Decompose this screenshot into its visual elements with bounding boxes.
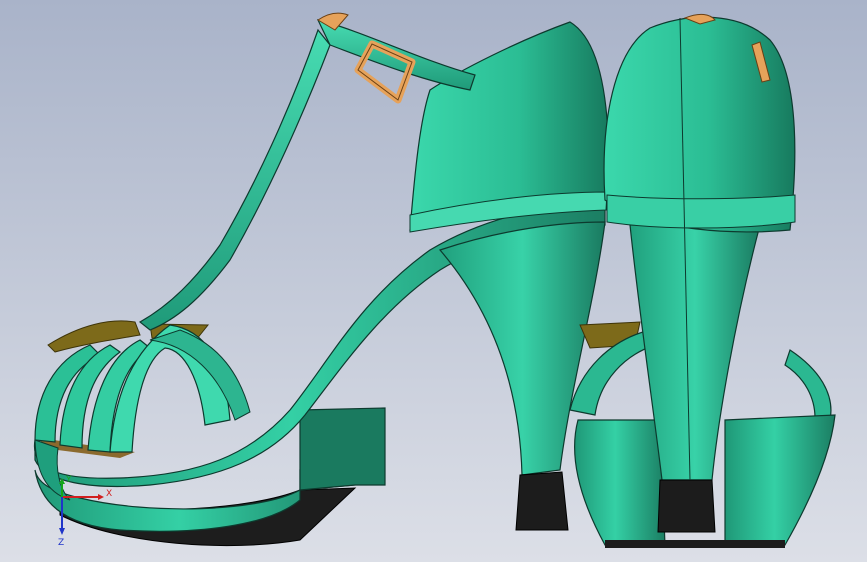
left-shoe-side-view[interactable]	[33, 12, 610, 547]
right-platform-left	[574, 419, 666, 546]
z-axis-head-icon	[59, 528, 65, 535]
right-heel-tip	[657, 479, 716, 533]
right-side-strap-right	[784, 349, 832, 421]
right-platform-right	[724, 414, 836, 546]
z-axis-label: Z	[58, 538, 64, 548]
x-axis-label: X	[106, 489, 112, 499]
right-heel-band	[606, 194, 796, 229]
3d-viewport[interactable]: X Y Z	[0, 0, 867, 562]
toe-bow-left	[47, 320, 141, 353]
right-shoe-back-view[interactable]	[569, 13, 836, 548]
y-axis-label: Y	[65, 475, 72, 485]
left-heel-tip	[515, 471, 569, 531]
left-platform-block	[299, 407, 386, 491]
left-t-strap	[138, 28, 331, 331]
sandal-model-scene[interactable]: X Y Z	[0, 0, 867, 562]
x-axis-head-icon	[98, 494, 104, 500]
right-platform-bottom	[605, 540, 785, 548]
